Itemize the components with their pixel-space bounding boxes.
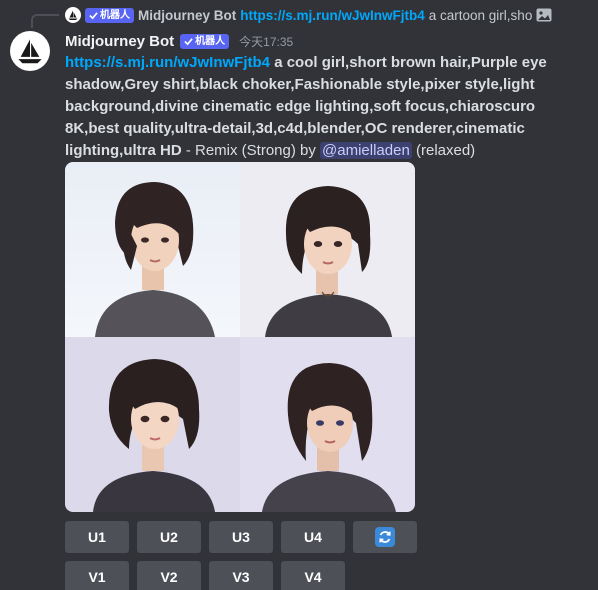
avatar[interactable] bbox=[10, 31, 50, 71]
upscale-1-button[interactable]: U1 bbox=[65, 521, 129, 553]
checkmark-icon bbox=[184, 37, 193, 45]
variation-4-label: V4 bbox=[304, 569, 322, 585]
prompt-link[interactable]: https://s.mj.run/wJwInwFjtb4 bbox=[65, 54, 270, 71]
upscale-2-label: U2 bbox=[160, 529, 178, 545]
upscale-1-label: U1 bbox=[88, 529, 106, 545]
message-header: Midjourney Bot 机器人 今天17:35 bbox=[65, 31, 293, 51]
variation-1-button[interactable]: V1 bbox=[65, 561, 129, 590]
bot-badge-label: 机器人 bbox=[195, 35, 226, 47]
timestamp: 今天17:35 bbox=[239, 34, 294, 49]
upscale-3-button[interactable]: U3 bbox=[209, 521, 273, 553]
upscale-3-label: U3 bbox=[232, 529, 250, 545]
bot-badge: 机器人 bbox=[180, 33, 230, 49]
refresh-icon bbox=[375, 527, 395, 547]
checkmark-icon bbox=[89, 11, 98, 19]
sailboat-icon bbox=[68, 10, 78, 20]
grid-image-3[interactable] bbox=[65, 337, 240, 512]
reroll-button[interactable] bbox=[353, 521, 417, 553]
variation-3-button[interactable]: V3 bbox=[209, 561, 273, 590]
reply-avatar[interactable] bbox=[65, 7, 81, 23]
variation-2-label: V2 bbox=[160, 569, 178, 585]
upscale-4-button[interactable]: U4 bbox=[281, 521, 345, 553]
portrait-image bbox=[65, 337, 240, 512]
upscale-2-button[interactable]: U2 bbox=[137, 521, 201, 553]
portrait-image bbox=[240, 337, 415, 512]
author-name[interactable]: Midjourney Bot bbox=[65, 33, 174, 50]
grid-image-2[interactable] bbox=[240, 162, 415, 337]
image-icon bbox=[536, 8, 552, 22]
reply-preview[interactable]: 机器人 Midjourney Bot https://s.mj.run/wJwI… bbox=[0, 0, 598, 30]
reply-row[interactable]: 机器人 Midjourney Bot https://s.mj.run/wJwI… bbox=[65, 5, 552, 25]
reply-author[interactable]: Midjourney Bot bbox=[138, 8, 236, 23]
reply-connector bbox=[31, 14, 59, 28]
sailboat-icon bbox=[18, 39, 42, 64]
upscale-4-label: U4 bbox=[304, 529, 322, 545]
message-content: https://s.mj.run/wJwInwFjtb4 a cool girl… bbox=[65, 52, 565, 162]
image-grid[interactable] bbox=[65, 162, 415, 512]
portrait-image bbox=[65, 162, 240, 337]
variation-1-label: V1 bbox=[88, 569, 106, 585]
user-mention[interactable]: @amielladen bbox=[320, 142, 412, 159]
discord-message-view: 机器人 Midjourney Bot https://s.mj.run/wJwI… bbox=[0, 0, 598, 590]
grid-image-1[interactable] bbox=[65, 162, 240, 337]
variation-3-label: V3 bbox=[232, 569, 250, 585]
reply-snippet[interactable]: a cartoon girl,sho bbox=[429, 8, 533, 23]
variation-2-button[interactable]: V2 bbox=[137, 561, 201, 590]
portrait-image bbox=[240, 162, 415, 337]
reply-link[interactable]: https://s.mj.run/wJwInwFjtb4 bbox=[240, 8, 425, 23]
remix-suffix: - Remix (Strong) by bbox=[181, 142, 321, 159]
mode-label: (relaxed) bbox=[411, 142, 476, 159]
grid-image-4[interactable] bbox=[240, 337, 415, 512]
bot-badge: 机器人 bbox=[85, 7, 134, 23]
bot-badge-label: 机器人 bbox=[100, 9, 130, 21]
variation-4-button[interactable]: V4 bbox=[281, 561, 345, 590]
